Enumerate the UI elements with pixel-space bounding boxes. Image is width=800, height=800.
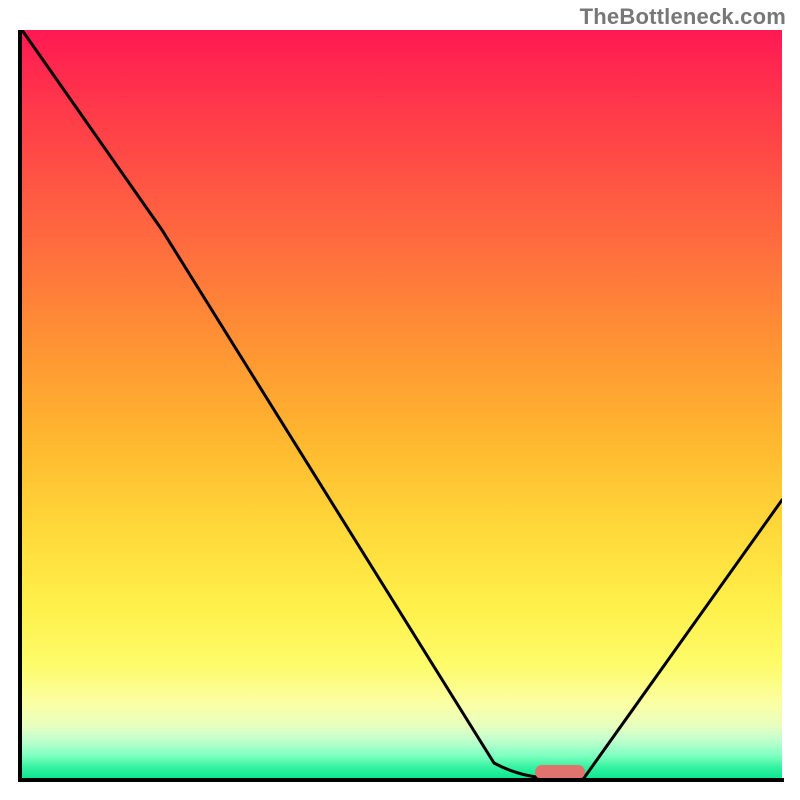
chart-frame: TheBottleneck.com bbox=[0, 0, 800, 800]
plot-area bbox=[22, 30, 782, 778]
bottleneck-curve bbox=[22, 30, 782, 778]
y-axis bbox=[18, 30, 22, 782]
watermark-text: TheBottleneck.com bbox=[580, 4, 786, 30]
optimal-marker bbox=[535, 765, 585, 779]
curve-path bbox=[22, 30, 782, 778]
x-axis bbox=[18, 778, 784, 782]
